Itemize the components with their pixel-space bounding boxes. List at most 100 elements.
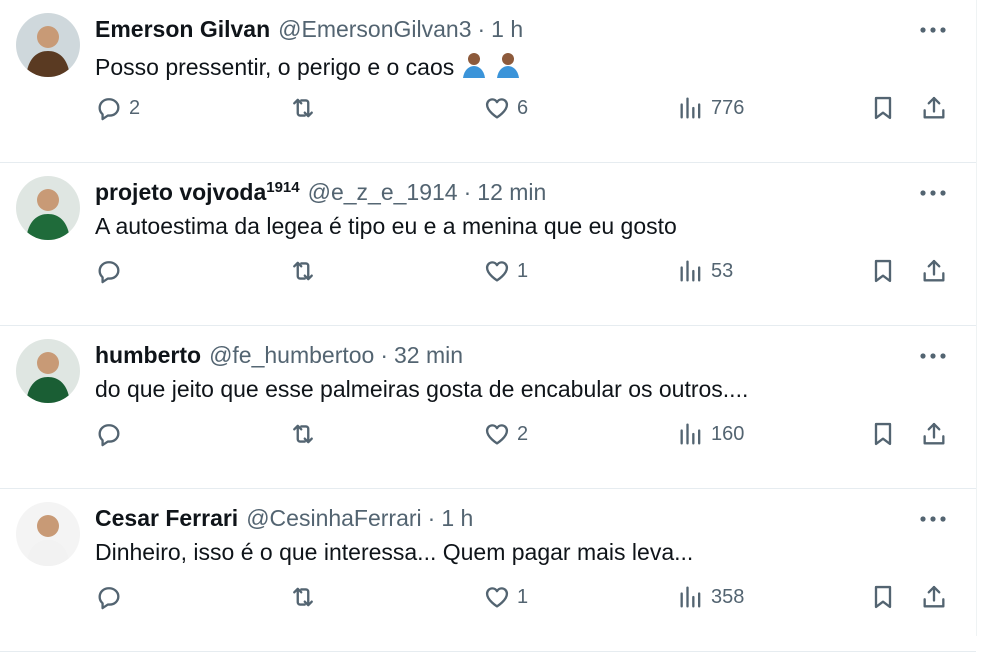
display-name[interactable]: projeto vojvoda1914 <box>95 179 300 206</box>
display-name-text: Cesar Ferrari <box>95 504 239 531</box>
display-name-text: humberto <box>95 341 202 368</box>
tweet-header: Emerson Gilvan @EmersonGilvan3 · 1 h <box>95 14 523 44</box>
separator-dot: · <box>427 504 436 531</box>
user-handle[interactable]: @e_z_e_1914 <box>308 179 458 206</box>
avatar-image <box>16 339 80 403</box>
share-button[interactable] <box>920 414 948 454</box>
tweet-text-content: A autoestima da legea é tipo eu e a meni… <box>95 213 677 239</box>
like-count: 2 <box>517 422 529 445</box>
avatar[interactable] <box>16 176 80 240</box>
view-count: 160 <box>711 422 745 445</box>
more-options-button[interactable] <box>918 183 948 203</box>
like-button[interactable]: 2 <box>483 414 528 454</box>
heart-icon <box>485 587 509 608</box>
tweet[interactable]: humberto @fe_humbertoo · 32 min do que j… <box>0 326 976 489</box>
analytics-icon <box>680 260 701 282</box>
user-handle[interactable]: @EmersonGilvan3 <box>278 16 471 43</box>
display-name-text: projeto vojvoda <box>95 178 267 205</box>
bookmark-button[interactable] <box>869 88 897 128</box>
avatar[interactable] <box>16 13 80 77</box>
reply-icon <box>98 587 120 610</box>
share-button[interactable] <box>920 251 948 291</box>
tweet-text: A autoestima da legea é tipo eu e a meni… <box>95 213 677 240</box>
retweet-button[interactable] <box>289 577 323 617</box>
reply-button[interactable] <box>95 577 129 617</box>
views-button[interactable]: 160 <box>677 414 744 454</box>
more-dots-icon <box>920 27 946 33</box>
more-options-button[interactable] <box>918 509 948 529</box>
bookmark-icon <box>874 96 892 120</box>
share-icon <box>923 422 945 445</box>
user-handle[interactable]: @fe_humbertoo <box>209 342 374 369</box>
avatar-image <box>16 13 80 77</box>
timestamp[interactable]: 12 min <box>477 179 546 206</box>
tweet[interactable]: projeto vojvoda1914 @e_z_e_1914 · 12 min… <box>0 163 976 326</box>
views-button[interactable]: 53 <box>677 251 733 291</box>
bookmark-button[interactable] <box>869 251 897 291</box>
like-count: 1 <box>517 585 529 608</box>
heart-icon <box>485 98 509 119</box>
tweet-header: Cesar Ferrari @CesinhaFerrari · 1 h <box>95 503 473 533</box>
display-name-text: Emerson Gilvan <box>95 15 271 42</box>
avatar[interactable] <box>16 339 80 403</box>
views-button[interactable]: 358 <box>677 577 744 617</box>
retweet-icon <box>293 587 313 607</box>
bookmark-button[interactable] <box>869 577 897 617</box>
more-dots-icon <box>920 516 946 522</box>
views-button[interactable]: 776 <box>677 88 744 128</box>
separator-dot: · <box>463 178 472 205</box>
retweet-button[interactable] <box>289 88 323 128</box>
view-count: 776 <box>711 96 745 119</box>
bookmark-icon <box>874 585 892 609</box>
share-icon <box>923 259 945 282</box>
share-button[interactable] <box>920 577 948 617</box>
timestamp[interactable]: 1 h <box>441 505 473 532</box>
retweet-icon <box>293 424 313 444</box>
tweet-header: projeto vojvoda1914 @e_z_e_1914 · 12 min <box>95 177 546 207</box>
tweet-feed: Emerson Gilvan @EmersonGilvan3 · 1 h Pos… <box>0 0 977 652</box>
share-button[interactable] <box>920 88 948 128</box>
tweet-actions: 2 160 <box>0 414 976 454</box>
tweet[interactable]: Emerson Gilvan @EmersonGilvan3 · 1 h Pos… <box>0 0 976 163</box>
bookmark-button[interactable] <box>869 414 897 454</box>
user-handle[interactable]: @CesinhaFerrari <box>246 505 421 532</box>
tweet-text: Posso pressentir, o perigo e o caos <box>95 50 522 84</box>
tweet-text-content: Dinheiro, isso é o que interessa... Quem… <box>95 539 694 565</box>
man-shrugging-emoji <box>460 50 488 78</box>
tweet-text: Dinheiro, isso é o que interessa... Quem… <box>95 539 693 566</box>
display-name-superscript: 1914 <box>266 178 300 196</box>
analytics-icon <box>680 423 701 445</box>
like-button[interactable]: 6 <box>483 88 528 128</box>
reply-button[interactable]: 2 <box>95 88 140 128</box>
bookmark-icon <box>874 422 892 446</box>
display-name[interactable]: Cesar Ferrari <box>95 505 238 532</box>
tweet[interactable]: Cesar Ferrari @CesinhaFerrari · 1 h Dinh… <box>0 489 976 652</box>
more-options-button[interactable] <box>918 346 948 366</box>
reply-button[interactable] <box>95 414 129 454</box>
more-options-button[interactable] <box>918 20 948 40</box>
share-icon <box>923 585 945 608</box>
tweet-text-content: Posso pressentir, o perigo e o caos <box>95 53 455 80</box>
tweet-text: do que jeito que esse palmeiras gosta de… <box>95 376 748 403</box>
display-name[interactable]: humberto <box>95 342 201 369</box>
tweet-emojis <box>454 50 522 84</box>
analytics-icon <box>680 586 701 608</box>
separator-dot: · <box>380 341 389 368</box>
bookmark-icon <box>874 259 892 283</box>
display-name[interactable]: Emerson Gilvan <box>95 16 270 43</box>
tweet-text-content: do que jeito que esse palmeiras gosta de… <box>95 376 749 402</box>
timestamp[interactable]: 1 h <box>491 16 523 43</box>
retweet-button[interactable] <box>289 251 323 291</box>
more-dots-icon <box>920 190 946 196</box>
like-button[interactable]: 1 <box>483 251 528 291</box>
avatar[interactable] <box>16 502 80 566</box>
reply-button[interactable] <box>95 251 129 291</box>
tweet-header: humberto @fe_humbertoo · 32 min <box>95 340 463 370</box>
like-button[interactable]: 1 <box>483 577 528 617</box>
heart-icon <box>485 424 509 445</box>
reply-icon <box>98 424 120 447</box>
more-dots-icon <box>920 353 946 359</box>
timestamp[interactable]: 32 min <box>394 342 463 369</box>
like-count: 6 <box>517 96 529 119</box>
retweet-button[interactable] <box>289 414 323 454</box>
